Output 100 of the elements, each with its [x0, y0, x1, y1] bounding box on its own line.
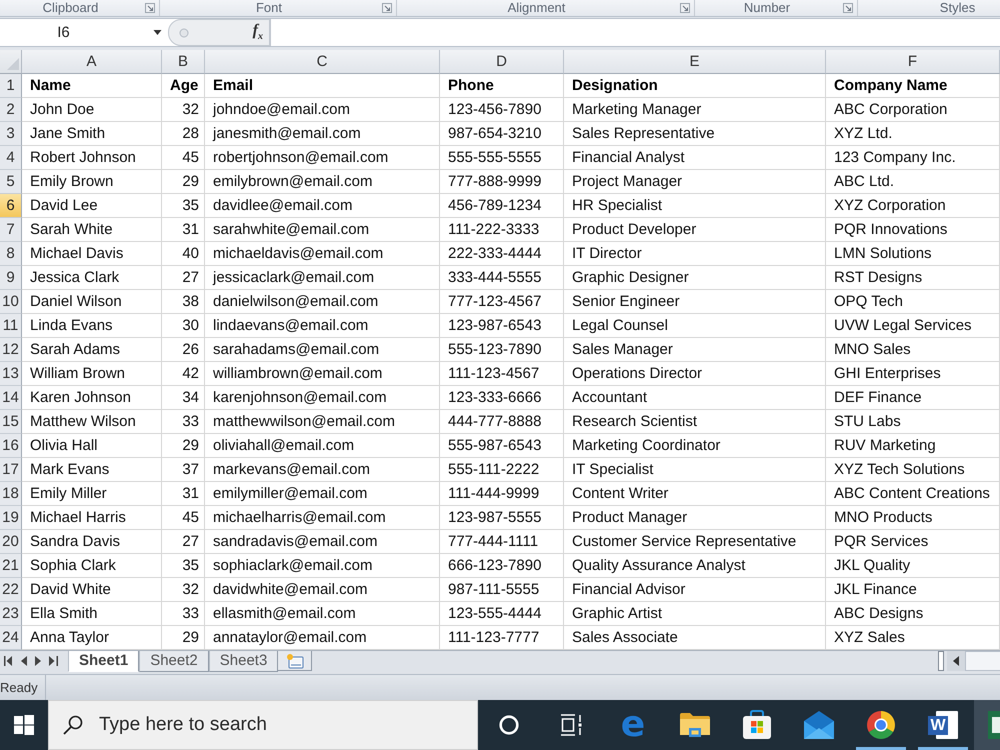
task-view-icon — [560, 714, 582, 736]
table-cell: Content Writer — [564, 482, 826, 506]
table-cell: IT Director — [564, 242, 826, 266]
table-cell: PQR Services — [826, 530, 1000, 554]
dialog-launcher-icon[interactable] — [145, 3, 155, 13]
table-cell: Graphic Artist — [564, 602, 826, 626]
table-cell: RUV Marketing — [826, 434, 1000, 458]
table-cell: 987-111-5555 — [440, 578, 564, 602]
table-cell: oliviahall@email.com — [205, 434, 440, 458]
table-cell: OPQ Tech — [826, 290, 1000, 314]
table-cell: 45 — [162, 146, 205, 170]
table-cell: Product Developer — [564, 218, 826, 242]
table-cell: 123-987-5555 — [440, 506, 564, 530]
table-cell: 40 — [162, 242, 205, 266]
table-cell: 35 — [162, 194, 205, 218]
row-header[interactable]: 3 — [0, 122, 22, 146]
column-header[interactable]: B — [162, 50, 205, 74]
row-header[interactable]: 16 — [0, 434, 22, 458]
table-cell: Mark Evans — [22, 458, 162, 482]
new-sheet-icon — [284, 652, 305, 668]
envelope-icon — [804, 711, 834, 739]
table-cell: IT Specialist — [564, 458, 826, 482]
row-header[interactable]: 14 — [0, 386, 22, 410]
table-cell: Accountant — [564, 386, 826, 410]
row-header[interactable]: 7 — [0, 218, 22, 242]
row-header[interactable]: 22 — [0, 578, 22, 602]
table-cell: Olivia Hall — [22, 434, 162, 458]
sheet-tab[interactable]: Sheet1 — [68, 651, 140, 672]
row-header[interactable]: 17 — [0, 458, 22, 482]
table-cell: JKL Quality — [826, 554, 1000, 578]
row-header[interactable]: 5 — [0, 170, 22, 194]
column-header[interactable]: C — [205, 50, 440, 74]
table-cell: 222-333-4444 — [440, 242, 564, 266]
row-header[interactable]: 1 — [0, 74, 22, 98]
row-header[interactable]: 6 — [0, 194, 22, 218]
row-header[interactable]: 23 — [0, 602, 22, 626]
group-label: Styles — [938, 0, 976, 16]
table-cell: sandradavis@email.com — [205, 530, 440, 554]
row-header[interactable]: 4 — [0, 146, 22, 170]
column-header[interactable]: A — [22, 50, 162, 74]
sheet-tab[interactable]: Sheet2 — [139, 651, 209, 672]
table-cell: 26 — [162, 338, 205, 362]
round-logo-icon — [866, 710, 896, 740]
table-cell: 111-444-9999 — [440, 482, 564, 506]
row-header[interactable]: 20 — [0, 530, 22, 554]
split-handle[interactable] — [938, 651, 944, 671]
search-field[interactable]: Type here to search — [48, 700, 478, 750]
taskbar-button[interactable] — [974, 700, 1000, 750]
row-header[interactable]: 9 — [0, 266, 22, 290]
table-cell: johndoe@email.com — [205, 98, 440, 122]
row-header[interactable]: 2 — [0, 98, 22, 122]
table-cell: 111-222-3333 — [440, 218, 564, 242]
dialog-launcher-icon[interactable] — [382, 3, 392, 13]
table-cell: Sandra Davis — [22, 530, 162, 554]
column-header[interactable]: F — [826, 50, 1000, 74]
table-cell: 987-654-3210 — [440, 122, 564, 146]
table-cell: 456-789-1234 — [440, 194, 564, 218]
table-cell: matthewwilson@email.com — [205, 410, 440, 434]
table-cell: 35 — [162, 554, 205, 578]
column-header[interactable]: E — [564, 50, 826, 74]
table-cell: Operations Director — [564, 362, 826, 386]
row-header[interactable]: 18 — [0, 482, 22, 506]
last-sheet-icon[interactable] — [49, 656, 58, 666]
table-cell: XYZ Ltd. — [826, 122, 1000, 146]
row-header[interactable]: 11 — [0, 314, 22, 338]
column-header[interactable]: D — [440, 50, 564, 74]
insert-function-button[interactable]: f$_{x}$ — [252, 22, 263, 43]
first-sheet-icon[interactable] — [4, 656, 13, 666]
table-cell: RST Designs — [826, 266, 1000, 290]
dialog-launcher-icon[interactable] — [680, 3, 690, 13]
taskbar-button[interactable]: W — [912, 700, 974, 750]
table-cell: David Lee — [22, 194, 162, 218]
grip-icon[interactable] — [179, 28, 189, 38]
table-cell: Research Scientist — [564, 410, 826, 434]
scroll-left-button[interactable] — [947, 651, 965, 671]
table-cell: LMN Solutions — [826, 242, 1000, 266]
row-header[interactable]: 21 — [0, 554, 22, 578]
row-header[interactable]: 12 — [0, 338, 22, 362]
next-sheet-icon[interactable] — [35, 656, 41, 666]
table-cell: Linda Evans — [22, 314, 162, 338]
row-header[interactable]: 10 — [0, 290, 22, 314]
table-cell: Project Manager — [564, 170, 826, 194]
table-cell: Karen Johnson — [22, 386, 162, 410]
caret-icon[interactable] — [153, 30, 162, 35]
insert-sheet-tab[interactable] — [278, 651, 312, 671]
table-cell: Michael Harris — [22, 506, 162, 530]
shopping-bag-icon — [742, 710, 772, 740]
table-cell: 333-444-5555 — [440, 266, 564, 290]
sheet-tab[interactable]: Sheet3 — [208, 651, 278, 672]
row-header[interactable]: 8 — [0, 242, 22, 266]
table-cell: janesmith@email.com — [205, 122, 440, 146]
row-header[interactable]: 19 — [0, 506, 22, 530]
previous-sheet-icon[interactable] — [21, 656, 27, 666]
row-header[interactable]: 24 — [0, 626, 22, 650]
window-panes-icon — [14, 715, 34, 735]
row-header[interactable]: 13 — [0, 362, 22, 386]
table-cell: 32 — [162, 98, 205, 122]
row-header[interactable]: 15 — [0, 410, 22, 434]
table-cell: 38 — [162, 290, 205, 314]
dialog-launcher-icon[interactable] — [843, 3, 853, 13]
